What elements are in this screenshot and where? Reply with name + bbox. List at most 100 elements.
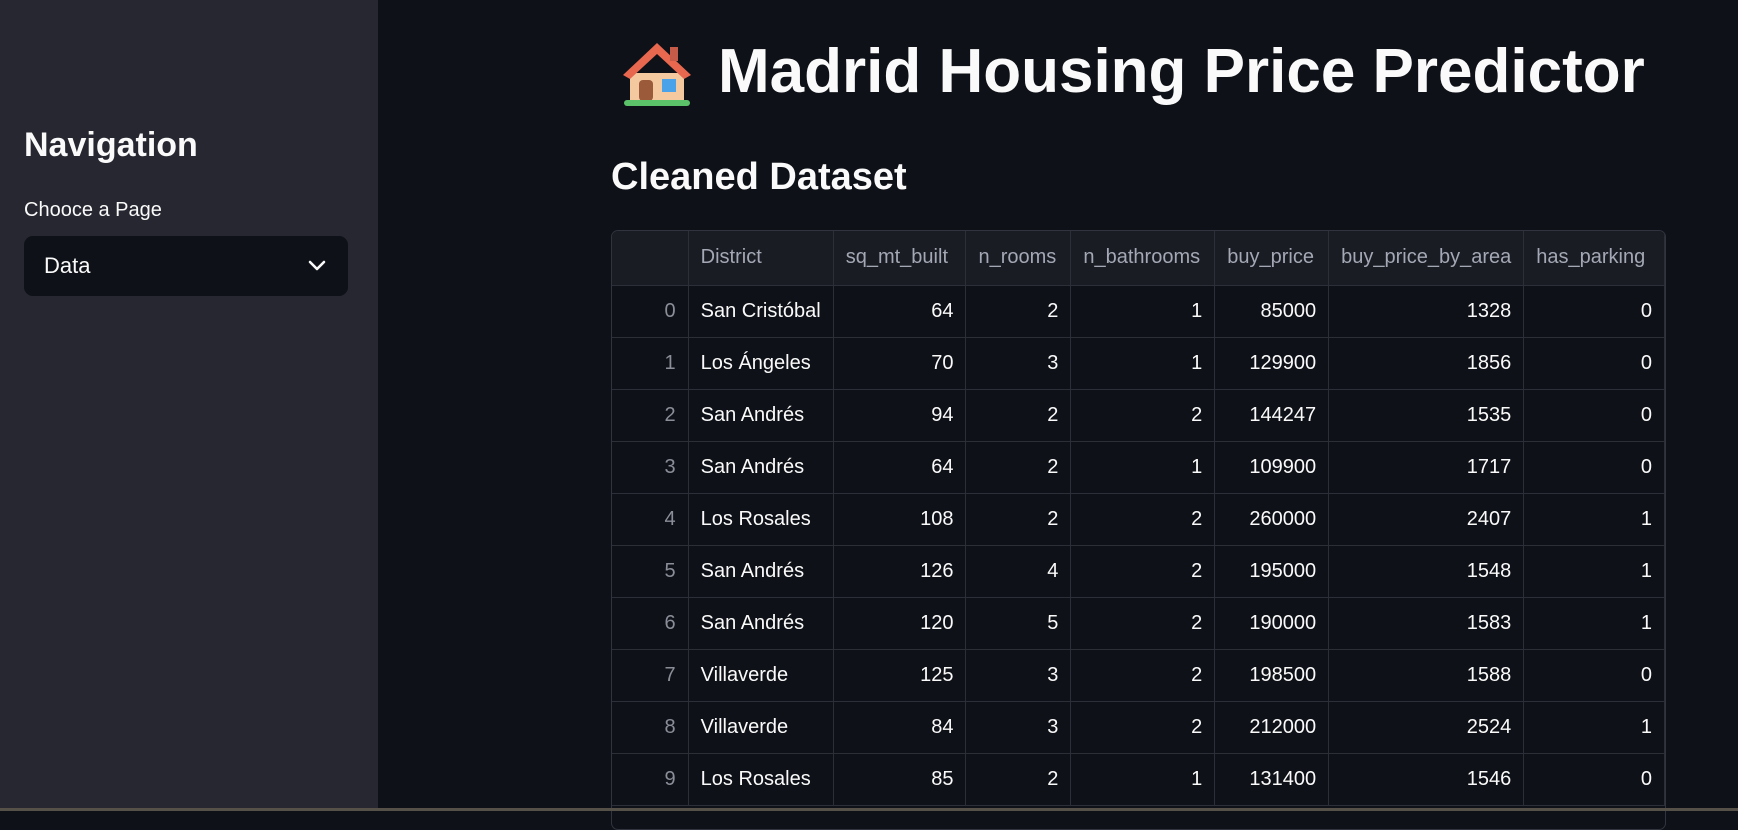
row-index[interactable]: 4 [612,493,689,546]
table-cell[interactable]: 2 [965,389,1072,442]
house-emoji-icon [623,42,691,106]
table-cell[interactable]: 2 [1070,701,1216,754]
table-row: 7 Villaverde 125 3 2 198500 1588 0 [612,649,1665,702]
table-cell[interactable]: 131400 [1214,753,1330,806]
table-cell[interactable]: 2 [965,285,1072,338]
column-header[interactable]: has_parking [1523,231,1665,286]
table-cell[interactable]: 2 [1070,389,1216,442]
table-cell[interactable]: Los Rosales [688,753,834,806]
table-header-index[interactable] [612,231,689,286]
table-cell[interactable]: 1 [1070,753,1216,806]
table-cell[interactable]: 85 [833,753,967,806]
table-cell[interactable]: 70 [833,337,967,390]
table-cell[interactable]: 129900 [1214,337,1330,390]
table-cell[interactable]: 0 [1523,389,1665,442]
table-cell[interactable]: 1328 [1328,285,1525,338]
table-cell[interactable]: 0 [1523,753,1665,806]
table-cell[interactable]: 195000 [1214,545,1330,598]
table-cell[interactable]: 2407 [1328,493,1525,546]
table-row: 6 San Andrés 120 5 2 190000 1583 1 [612,597,1665,650]
table-cell[interactable]: 1 [1523,545,1665,598]
table-cell[interactable]: San Andrés [688,389,834,442]
table-cell[interactable]: 84 [833,701,967,754]
row-index[interactable]: 8 [612,701,689,754]
table-cell[interactable]: 5 [965,597,1072,650]
table-cell[interactable]: 2 [1070,493,1216,546]
table-cell[interactable]: 1583 [1328,597,1525,650]
table-cell[interactable]: 108 [833,493,967,546]
table-row: 8 Villaverde 84 3 2 212000 2524 1 [612,701,1665,754]
table-cell[interactable]: 85000 [1214,285,1330,338]
table-cell[interactable]: 2 [965,753,1072,806]
table-cell[interactable]: 1 [1070,337,1216,390]
table-cell[interactable]: 1546 [1328,753,1525,806]
table-cell[interactable]: 0 [1523,649,1665,702]
table-cell[interactable]: 94 [833,389,967,442]
table-cell[interactable]: 3 [965,701,1072,754]
table-cell[interactable]: 0 [1523,285,1665,338]
table-cell[interactable]: 126 [833,545,967,598]
page-title-text: Madrid Housing Price Predictor [718,37,1645,106]
table-cell[interactable]: 0 [1523,337,1665,390]
table-cell[interactable]: 64 [833,441,967,494]
table-cell[interactable]: 190000 [1214,597,1330,650]
table-cell[interactable]: 1588 [1328,649,1525,702]
column-header[interactable]: District [688,231,834,286]
row-index[interactable]: 7 [612,649,689,702]
table-cell[interactable]: 2 [1070,649,1216,702]
table-cell[interactable]: 2 [1070,545,1216,598]
table-cell[interactable]: 3 [965,337,1072,390]
table-cell[interactable]: 144247 [1214,389,1330,442]
table-cell[interactable]: 1717 [1328,441,1525,494]
table-header-row: District sq_mt_built n_rooms n_bathrooms buy… [612,231,1665,286]
table-cell[interactable]: 212000 [1214,701,1330,754]
table-cell[interactable]: 125 [833,649,967,702]
table-cell[interactable]: 2 [1070,597,1216,650]
column-header[interactable]: sq_mt_built [833,231,967,286]
table-cell[interactable]: 1 [1523,701,1665,754]
row-index[interactable]: 2 [612,389,689,442]
table-cell[interactable]: 3 [965,649,1072,702]
table-cell[interactable]: 1 [1070,441,1216,494]
table-cell[interactable]: 2 [965,441,1072,494]
table-cell[interactable]: 260000 [1214,493,1330,546]
sidebar-title: Navigation [24,126,198,164]
table-cell[interactable]: 1548 [1328,545,1525,598]
row-index[interactable]: 0 [612,285,689,338]
table-cell[interactable]: 1 [1523,597,1665,650]
chevron-down-icon [308,260,326,272]
data-table[interactable]: District sq_mt_built n_rooms n_bathrooms buy… [611,230,1666,830]
row-index[interactable]: 6 [612,597,689,650]
table-cell[interactable]: 1 [1523,493,1665,546]
table-cell[interactable]: 120 [833,597,967,650]
table-cell[interactable]: 64 [833,285,967,338]
table-cell[interactable]: 0 [1523,441,1665,494]
column-header[interactable]: buy_price_by_area [1328,231,1525,286]
sidebar: Navigation Chooce a Page Data [0,0,378,811]
table-cell[interactable]: Villaverde [688,701,834,754]
table-cell[interactable]: 2 [965,493,1072,546]
column-header[interactable]: n_bathrooms [1070,231,1216,286]
table-cell[interactable]: 1 [1070,285,1216,338]
table-cell[interactable]: San Andrés [688,597,834,650]
table-cell[interactable]: 2524 [1328,701,1525,754]
row-index[interactable]: 5 [612,545,689,598]
table-cell[interactable]: San Andrés [688,545,834,598]
page-select[interactable]: Data [24,236,348,296]
table-cell[interactable]: Los Ángeles [688,337,834,390]
table-cell[interactable]: 109900 [1214,441,1330,494]
table-cell[interactable]: San Andrés [688,441,834,494]
table-cell[interactable]: Los Rosales [688,493,834,546]
table-cell[interactable]: San Cristóbal [688,285,834,338]
table-cell[interactable]: 198500 [1214,649,1330,702]
table-cell[interactable]: 1535 [1328,389,1525,442]
table-row: 3 San Andrés 64 2 1 109900 1717 0 [612,441,1665,494]
table-cell[interactable]: 1856 [1328,337,1525,390]
table-cell[interactable]: 4 [965,545,1072,598]
row-index[interactable]: 9 [612,753,689,806]
column-header[interactable]: buy_price [1214,231,1330,286]
row-index[interactable]: 1 [612,337,689,390]
column-header[interactable]: n_rooms [965,231,1072,286]
table-cell[interactable]: Villaverde [688,649,834,702]
row-index[interactable]: 3 [612,441,689,494]
